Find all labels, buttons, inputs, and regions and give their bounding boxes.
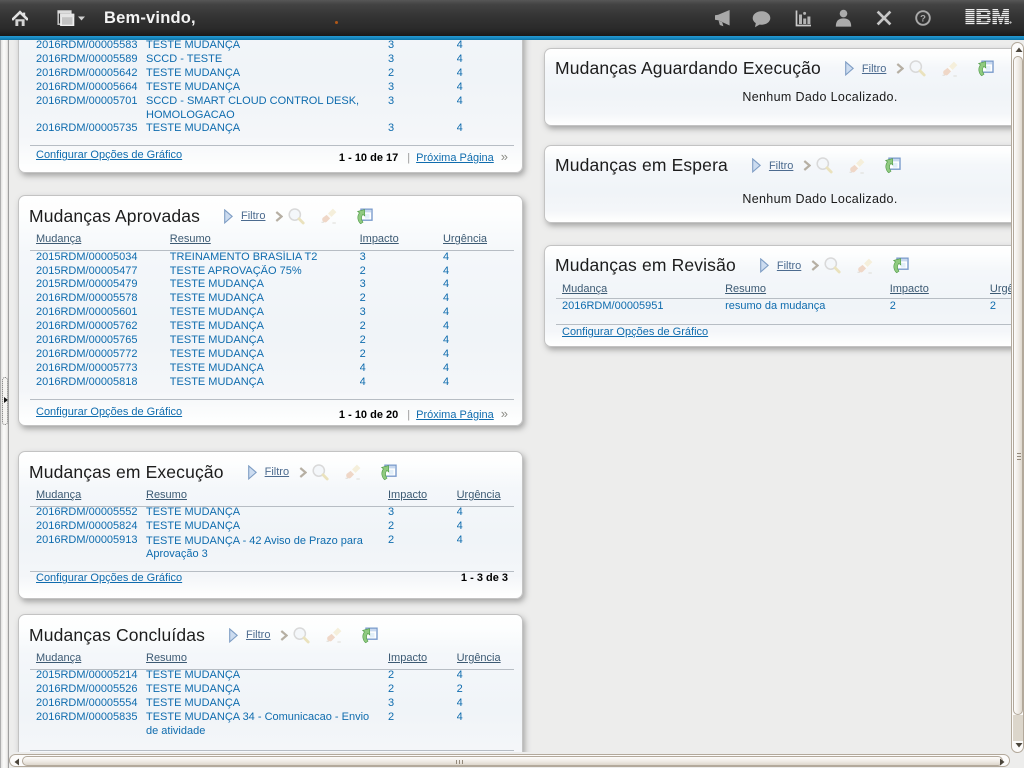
svg-text:?: ? bbox=[920, 13, 926, 24]
